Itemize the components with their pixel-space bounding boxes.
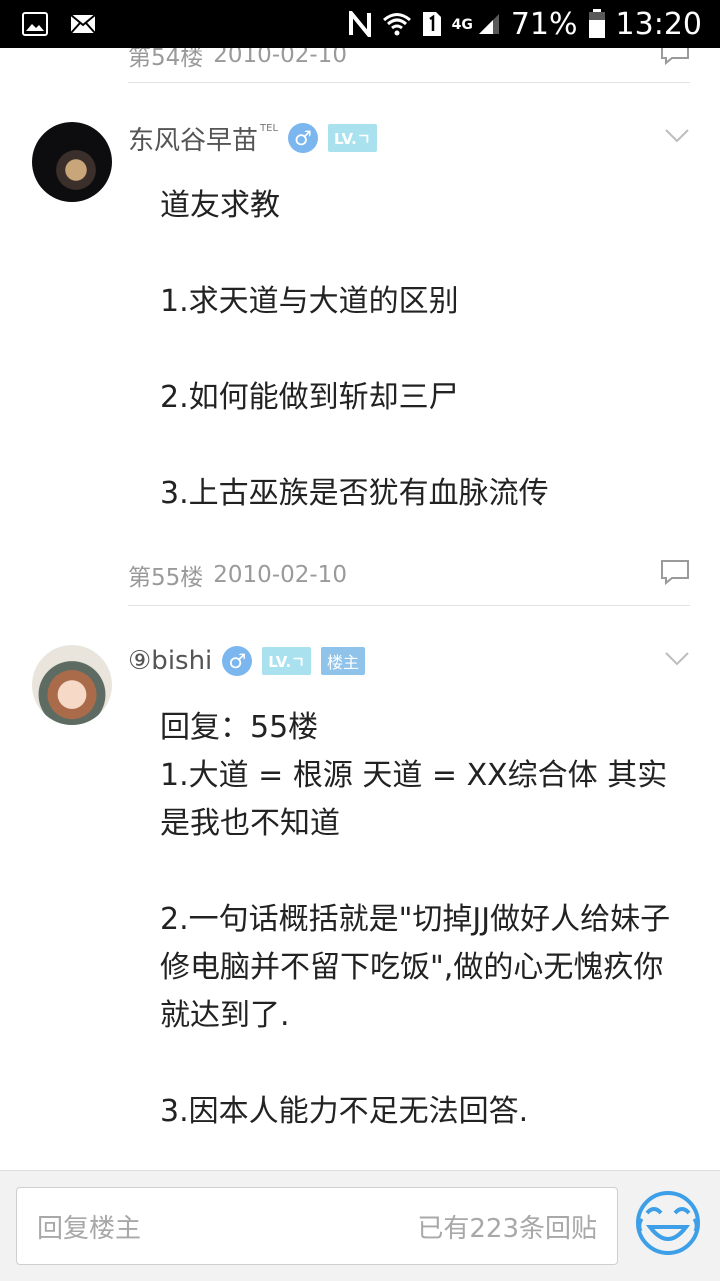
reply-bar: 回复楼主 已有223条回贴	[0, 1170, 720, 1281]
signal-icon	[477, 12, 501, 36]
reply-count: 已有223条回贴	[417, 1213, 597, 1244]
post-header: ⑨bishi ♂ LV.ㄱ 楼主	[128, 641, 690, 681]
clock: 13:20	[615, 6, 702, 42]
divider	[128, 605, 690, 606]
post-header: 东风谷早苗 TEL ♂ LV.ㄱ	[128, 118, 690, 158]
battery-icon	[588, 9, 606, 39]
wifi-icon	[382, 11, 412, 37]
comment-icon[interactable]	[660, 48, 690, 71]
post-paragraph: 1.求天道与大道的区别	[160, 284, 459, 319]
sim-icon	[422, 11, 442, 37]
post-content: 回复：55楼 1.大道 = 根源 天道 = XX综合体 其实是我也不知道 2.一…	[160, 704, 680, 1136]
comment-icon[interactable]	[660, 559, 690, 591]
reply-placeholder: 回复楼主	[37, 1213, 142, 1244]
post-content: 道友求教 1.求天道与大道的区别 2.如何能做到斩却三尸 3.上古巫族是否犹有血…	[160, 182, 680, 518]
post-paragraph: 2.一句话概括就是"切掉JJ做好人给妹子修电脑并不留下吃饭",做的心无愧疚你就达…	[160, 902, 671, 1033]
level-badge: LV.ㄱ	[262, 647, 311, 675]
username[interactable]: ⑨bishi	[128, 646, 212, 676]
post-paragraph: 3.上古巫族是否犹有血脉流传	[160, 476, 549, 511]
network-type: 4G	[451, 16, 473, 33]
post-paragraph: 2.如何能做到斩却三尸	[160, 380, 459, 415]
avatar[interactable]	[32, 645, 112, 725]
owner-badge: 楼主	[320, 647, 365, 675]
level-badge: LV.ㄱ	[328, 124, 377, 152]
avatar[interactable]	[32, 122, 112, 202]
tel-mark: TEL	[260, 122, 279, 134]
username[interactable]: 东风谷早苗	[128, 120, 258, 157]
post-paragraph: 道友求教	[160, 188, 280, 223]
divider	[128, 82, 690, 83]
post-paragraph: 1.大道 = 根源 天道 = XX综合体 其实是我也不知道	[160, 758, 668, 841]
gender-male-icon: ♂	[288, 123, 319, 153]
battery-percent: 71%	[510, 6, 578, 42]
floor-date: 2010-02-10	[213, 48, 347, 68]
post-paragraph: 回复：55楼	[160, 710, 319, 745]
post-list[interactable]: 第54楼 2010-02-10 东风谷早苗 TEL ♂ LV.ㄱ 道友求教 1.…	[0, 48, 720, 1170]
floor-label: 第55楼	[128, 565, 204, 591]
status-bar: 4G 71% 13:20	[0, 0, 720, 48]
gallery-icon	[22, 12, 48, 36]
floor-meta: 第55楼 2010-02-10	[128, 558, 690, 592]
nfc-icon	[348, 11, 372, 37]
emoji-icon[interactable]	[632, 1185, 704, 1257]
floor-date: 2010-02-10	[213, 562, 347, 588]
chevron-down-icon[interactable]	[664, 128, 690, 148]
gender-male-icon: ♂	[222, 646, 253, 676]
post-paragraph: 3.因本人能力不足无法回答.	[160, 1094, 529, 1129]
reply-input[interactable]: 回复楼主 已有223条回贴	[16, 1187, 618, 1265]
floor-label: 第54楼	[128, 48, 204, 71]
chevron-down-icon[interactable]	[664, 651, 690, 671]
mail-icon	[70, 14, 96, 34]
floor-meta: 第54楼 2010-02-10	[128, 48, 690, 72]
